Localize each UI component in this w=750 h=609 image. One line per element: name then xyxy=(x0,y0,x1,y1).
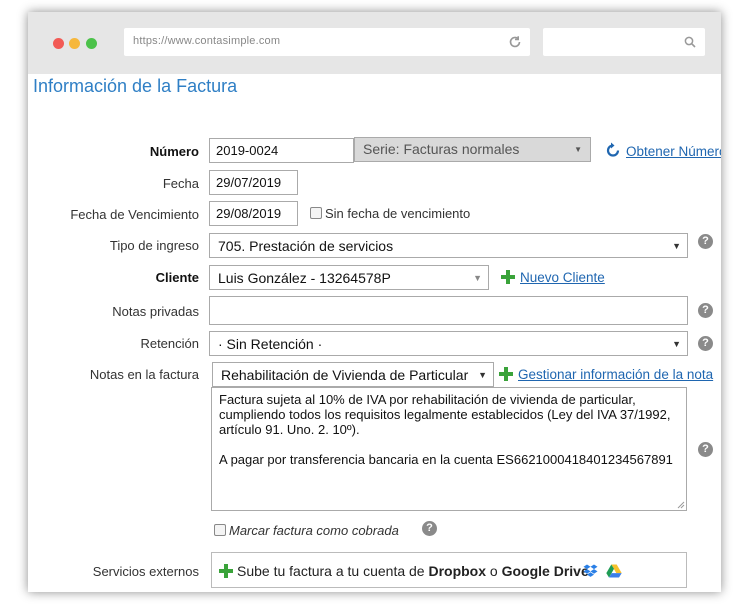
note-line: A pagar por transferencia bancaria en la… xyxy=(219,452,673,467)
browser-toolbar: https://www.contasimple.com xyxy=(28,12,721,74)
retencion-value: · Sin Retención · xyxy=(218,336,323,352)
upload-connector: o xyxy=(489,563,498,579)
help-icon[interactable]: ? xyxy=(698,336,713,351)
nuevo-cliente-link[interactable]: Nuevo Cliente xyxy=(520,270,605,285)
chevron-down-icon: ▼ xyxy=(473,273,482,283)
numero-label: Número xyxy=(149,144,199,159)
maximize-window-dot[interactable] xyxy=(86,38,97,49)
serie-select-value: Serie: Facturas normales xyxy=(363,141,520,157)
dropbox-icon[interactable] xyxy=(583,564,598,578)
retencion-select[interactable]: · Sin Retención · ▼ xyxy=(209,331,688,356)
help-icon[interactable]: ? xyxy=(698,442,713,457)
obtener-numero-link[interactable]: Obtener Número xyxy=(626,144,721,159)
marcar-cobrada-checkbox[interactable] xyxy=(214,524,226,536)
google-drive-label[interactable]: Google Drive xyxy=(502,563,589,579)
plus-icon[interactable] xyxy=(501,270,515,284)
vencimiento-label: Fecha de Vencimiento xyxy=(70,207,199,222)
dropbox-label[interactable]: Dropbox xyxy=(428,563,486,579)
page-title: Información de la Factura xyxy=(33,76,238,96)
notas-factura-selected: Rehabilitación de Vivienda de Particular xyxy=(221,367,469,383)
servicios-externos-box: Sube tu factura a tu cuenta de Dropbox o… xyxy=(211,552,687,588)
tipo-ingreso-value: 705. Prestación de servicios xyxy=(218,238,394,254)
help-icon[interactable]: ? xyxy=(422,521,437,536)
chevron-down-icon: ▼ xyxy=(574,145,582,154)
tipo-ingreso-select[interactable]: 705. Prestación de servicios ▼ xyxy=(209,233,688,258)
gestionar-nota-link[interactable]: Gestionar información de la nota xyxy=(518,367,713,382)
plus-icon[interactable] xyxy=(219,564,233,578)
vencimiento-input[interactable]: 29/08/2019 xyxy=(209,201,298,226)
servicios-externos-label: Servicios externos xyxy=(92,564,199,579)
minimize-window-dot[interactable] xyxy=(69,38,80,49)
cliente-select[interactable]: Luis González - 13264578P ▼ xyxy=(209,265,489,290)
sin-fecha-label: Sin fecha de vencimiento xyxy=(325,206,471,221)
fecha-label: Fecha xyxy=(162,176,199,191)
fecha-input[interactable]: 29/07/2019 xyxy=(209,170,298,195)
close-window-dot[interactable] xyxy=(53,38,64,49)
serie-select[interactable]: Serie: Facturas normales ▼ xyxy=(354,137,591,162)
notas-privadas-label: Notas privadas xyxy=(112,304,199,319)
upload-text-prefix: Sube tu factura a tu cuenta de xyxy=(237,563,425,579)
chevron-down-icon: ▼ xyxy=(476,363,487,386)
notas-privadas-input[interactable] xyxy=(209,296,688,325)
browser-search-box[interactable] xyxy=(543,28,705,56)
reload-icon[interactable] xyxy=(508,35,522,49)
google-drive-icon[interactable] xyxy=(606,564,622,578)
search-icon xyxy=(684,36,696,48)
resize-handle-icon[interactable] xyxy=(677,501,685,509)
plus-icon[interactable] xyxy=(499,367,513,381)
url-text: https://www.contasimple.com xyxy=(133,35,281,47)
chevron-down-icon: ▼ xyxy=(672,241,681,251)
help-icon[interactable]: ? xyxy=(698,303,713,318)
help-icon[interactable]: ? xyxy=(698,234,713,249)
marcar-cobrada-label: Marcar factura como cobrada xyxy=(229,523,399,538)
cliente-label: Cliente xyxy=(155,270,199,285)
note-line: artículo 91. Uno. 2. 10º). xyxy=(219,422,360,437)
note-line: cumpliendo todos los requisitos legalmen… xyxy=(219,407,671,422)
note-line: Factura sujeta al 10% de IVA por rehabil… xyxy=(219,392,636,407)
address-bar[interactable]: https://www.contasimple.com xyxy=(124,28,530,56)
notas-factura-select[interactable]: Rehabilitación de Vivienda de Particular… xyxy=(212,362,494,387)
upload-text[interactable]: Sube tu factura a tu cuenta de Dropbox o… xyxy=(237,563,589,579)
chevron-down-icon: ▼ xyxy=(672,339,681,349)
cliente-value: Luis González - 13264578P xyxy=(218,270,391,286)
sin-fecha-checkbox[interactable] xyxy=(310,207,322,219)
retencion-label: Retención xyxy=(140,336,199,351)
notas-factura-label: Notas en la factura xyxy=(89,367,199,382)
numero-input[interactable]: 2019-0024 xyxy=(209,138,354,163)
refresh-number-icon[interactable] xyxy=(605,142,621,158)
notas-factura-textarea[interactable]: Factura sujeta al 10% de IVA por rehabil… xyxy=(211,387,687,511)
tipo-ingreso-label: Tipo de ingreso xyxy=(109,238,199,253)
browser-window: https://www.contasimple.com Información … xyxy=(28,12,721,592)
